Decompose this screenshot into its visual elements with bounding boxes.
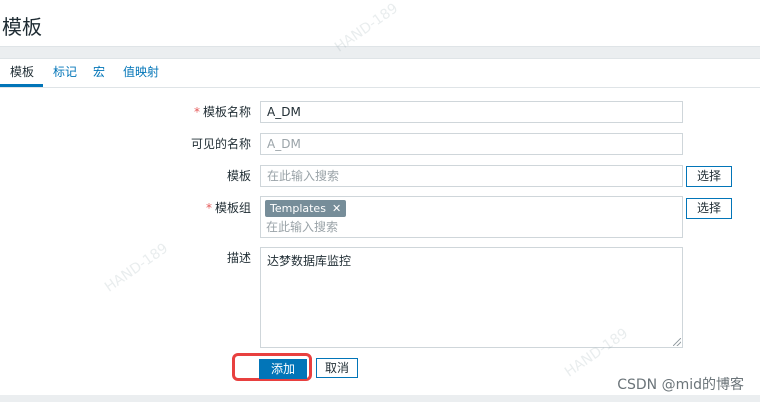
template-groups-label-text: 模板组 bbox=[214, 201, 251, 215]
visible-name-input[interactable]: A_DM bbox=[260, 133, 683, 155]
template-group-tag: Templates ✕ bbox=[265, 200, 347, 217]
templates-label: 模板 bbox=[226, 169, 251, 183]
template-groups-label: * 模板组 bbox=[111, 201, 251, 215]
template-name-value: A_DM bbox=[267, 105, 301, 119]
cancel-button[interactable]: 取消 bbox=[316, 358, 358, 378]
csdn-watermark: CSDN @mid的博客 bbox=[617, 377, 744, 393]
templates-search-input[interactable]: 在此输入搜索 bbox=[260, 165, 683, 187]
templates-search-placeholder: 在此输入搜索 bbox=[267, 169, 340, 183]
add-button[interactable]: 添加 bbox=[259, 359, 307, 379]
page-header: 模板 bbox=[0, 0, 760, 47]
template-groups-select-button[interactable]: 选择 bbox=[686, 198, 732, 219]
tab-tags[interactable]: 标记 bbox=[53, 65, 77, 79]
visible-name-placeholder: A_DM bbox=[267, 137, 301, 151]
description-value: 达梦数据库监控 bbox=[267, 254, 352, 268]
description-textarea[interactable]: 达梦数据库监控 bbox=[260, 247, 683, 348]
tab-bar: 模板 标记 宏 值映射 bbox=[0, 59, 760, 88]
required-asterisk: * bbox=[193, 105, 200, 119]
resize-grip-icon[interactable] bbox=[673, 338, 681, 346]
tab-macros[interactable]: 宏 bbox=[93, 65, 105, 79]
tab-value-mapping[interactable]: 值映射 bbox=[123, 65, 159, 79]
template-name-input[interactable]: A_DM bbox=[260, 101, 683, 123]
description-label: 描述 bbox=[226, 251, 251, 265]
templates-select-button[interactable]: 选择 bbox=[686, 166, 732, 187]
template-group-tag-label: Templates bbox=[270, 202, 326, 215]
tab-template[interactable]: 模板 bbox=[10, 65, 34, 79]
template-name-label-text: 模板名称 bbox=[202, 105, 251, 119]
active-tab-indicator bbox=[0, 84, 43, 87]
required-asterisk: * bbox=[205, 201, 212, 215]
template-groups-search-placeholder: 在此输入搜索 bbox=[266, 220, 339, 234]
template-groups-multiselect[interactable]: Templates ✕ 在此输入搜索 bbox=[260, 196, 683, 238]
page-title: 模板 bbox=[2, 15, 42, 39]
template-form-panel: 模板 标记 宏 值映射 * 模板名称 A_DM 可见的名称 A_DM 模板 在此输… bbox=[0, 58, 760, 395]
visible-name-label: 可见的名称 bbox=[190, 137, 251, 151]
template-name-label: * 模板名称 bbox=[111, 105, 251, 119]
remove-tag-icon[interactable]: ✕ bbox=[332, 202, 341, 215]
